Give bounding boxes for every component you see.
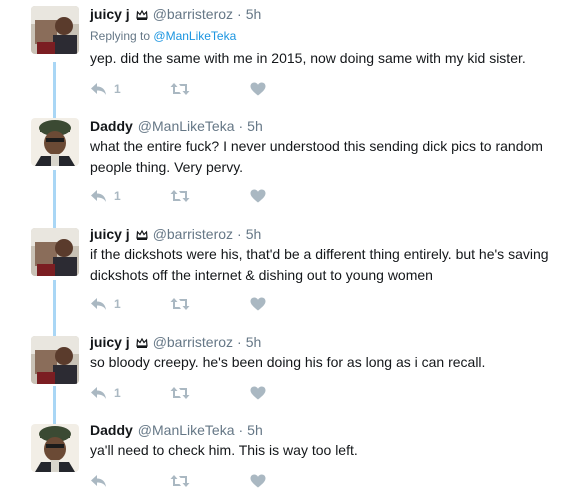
display-name[interactable]: juicy j [90, 334, 130, 350]
reply-button[interactable]: 1 [90, 386, 170, 400]
like-button[interactable] [250, 474, 266, 488]
tweet[interactable]: Daddy @ManLikeTeka · 5h what the entire … [0, 110, 572, 218]
like-button[interactable] [250, 386, 266, 400]
tweet[interactable]: juicy j @barristeroz · 5h if the dicksho… [0, 218, 572, 328]
timestamp[interactable]: 5h [247, 422, 263, 438]
avatar-daddy[interactable] [31, 424, 79, 472]
separator-dot: · [237, 6, 242, 22]
heart-icon [250, 386, 266, 400]
avatar-juicy-j[interactable] [31, 336, 79, 384]
heart-icon [250, 82, 266, 96]
tweet-text: yep. did the same with me in 2015, now d… [90, 50, 526, 66]
retweet-icon [170, 387, 190, 399]
heart-icon [250, 189, 266, 203]
timestamp[interactable]: 5h [246, 334, 262, 350]
like-button[interactable] [250, 189, 266, 203]
tweet-actions: 1 [90, 296, 266, 312]
retweet-button[interactable] [170, 189, 250, 203]
display-name[interactable]: juicy j [90, 6, 130, 22]
user-handle[interactable]: @ManLikeTeka [138, 422, 235, 438]
like-button[interactable] [250, 82, 266, 96]
reply-button[interactable]: 1 [90, 297, 170, 311]
display-name[interactable]: juicy j [90, 226, 130, 242]
tweet-actions [90, 473, 266, 489]
separator-dot: · [237, 334, 242, 350]
tweet-header: juicy j @barristeroz · 5h [90, 332, 261, 352]
crown-icon [136, 228, 148, 240]
tweet[interactable]: juicy j @barristeroz · 5h so bloody cree… [0, 328, 572, 416]
display-name[interactable]: Daddy [90, 422, 133, 438]
separator-dot: · [237, 226, 242, 242]
user-handle[interactable]: @barristeroz [153, 226, 233, 242]
avatar-juicy-j[interactable] [31, 6, 79, 54]
tweet-text: so bloody creepy. he's been doing his fo… [90, 354, 486, 370]
display-name[interactable]: Daddy [90, 118, 133, 134]
tweet-thread: juicy j @barristeroz · 5h Replying to @M… [0, 0, 572, 491]
reply-button[interactable] [90, 474, 170, 488]
tweet-header: Daddy @ManLikeTeka · 5h [90, 116, 263, 136]
timestamp[interactable]: 5h [247, 118, 263, 134]
tweet-header: juicy j @barristeroz · 5h [90, 224, 261, 244]
tweet-actions: 1 [90, 81, 266, 97]
retweet-icon [170, 298, 190, 310]
tweet-actions: 1 [90, 188, 266, 204]
separator-dot: · [238, 422, 244, 438]
reply-button[interactable]: 1 [90, 82, 170, 96]
reply-count: 1 [114, 82, 121, 96]
avatar-daddy[interactable] [31, 118, 79, 166]
tweet[interactable]: juicy j @barristeroz · 5h Replying to @M… [0, 0, 572, 110]
retweet-button[interactable] [170, 386, 250, 400]
timestamp[interactable]: 5h [246, 226, 262, 242]
reply-button[interactable]: 1 [90, 189, 170, 203]
reply-count: 1 [114, 189, 121, 203]
reply-icon [91, 387, 106, 399]
retweet-icon [170, 475, 190, 487]
heart-icon [250, 297, 266, 311]
replying-to: Replying to @ManLikeTeka [90, 29, 236, 43]
reply-icon [91, 298, 106, 310]
reply-icon [91, 190, 106, 202]
separator-dot: · [238, 118, 244, 134]
tweet-text: ya'll need to check him. This is way too… [90, 442, 358, 458]
replying-to-label: Replying to [90, 29, 151, 43]
heart-icon [250, 474, 266, 488]
user-handle[interactable]: @barristeroz [153, 334, 233, 350]
reply-count: 1 [114, 297, 121, 311]
retweet-button[interactable] [170, 82, 250, 96]
user-handle[interactable]: @barristeroz [153, 6, 233, 22]
replying-to-mention[interactable]: @ManLikeTeka [153, 29, 236, 43]
reply-count: 1 [114, 386, 121, 400]
tweet-text: if the dickshots were his, that'd be a d… [90, 246, 549, 283]
crown-icon [136, 336, 148, 348]
crown-icon [136, 8, 148, 20]
timestamp[interactable]: 5h [246, 6, 262, 22]
tweet-header: juicy j @barristeroz · 5h [90, 4, 261, 24]
user-handle[interactable]: @ManLikeTeka [138, 118, 235, 134]
retweet-button[interactable] [170, 474, 250, 488]
avatar-juicy-j[interactable] [31, 228, 79, 276]
retweet-icon [170, 190, 190, 202]
tweet-header: Daddy @ManLikeTeka · 5h [90, 420, 263, 440]
retweet-button[interactable] [170, 297, 250, 311]
like-button[interactable] [250, 297, 266, 311]
tweet-actions: 1 [90, 385, 266, 401]
tweet[interactable]: Daddy @ManLikeTeka · 5h ya'll need to ch… [0, 416, 572, 491]
reply-icon [91, 475, 106, 487]
retweet-icon [170, 83, 190, 95]
tweet-text: what the entire fuck? I never understood… [90, 138, 543, 175]
reply-icon [91, 83, 106, 95]
